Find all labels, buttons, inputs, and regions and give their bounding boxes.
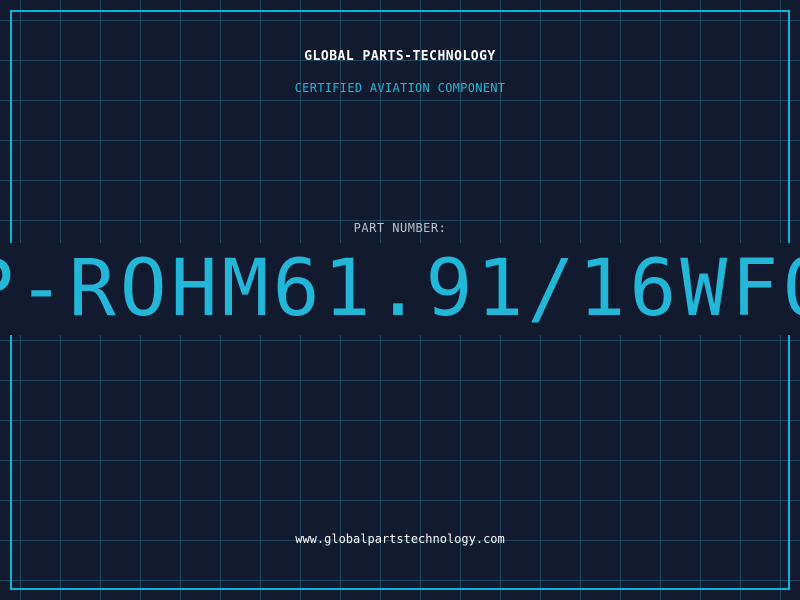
website-url: www.globalpartstechnology.com (295, 532, 505, 546)
part-number-value: IP-ROHM61.91/16WF06 (0, 244, 800, 334)
part-label-card: GLOBAL PARTS-TECHNOLOGY CERTIFIED AVIATI… (0, 0, 800, 600)
part-number-band: IP-ROHM61.91/16WF06 (0, 243, 800, 335)
part-number-label: PART NUMBER: (353, 221, 447, 235)
certification-tagline: CERTIFIED AVIATION COMPONENT (294, 81, 506, 95)
company-name: GLOBAL PARTS-TECHNOLOGY (304, 49, 496, 64)
